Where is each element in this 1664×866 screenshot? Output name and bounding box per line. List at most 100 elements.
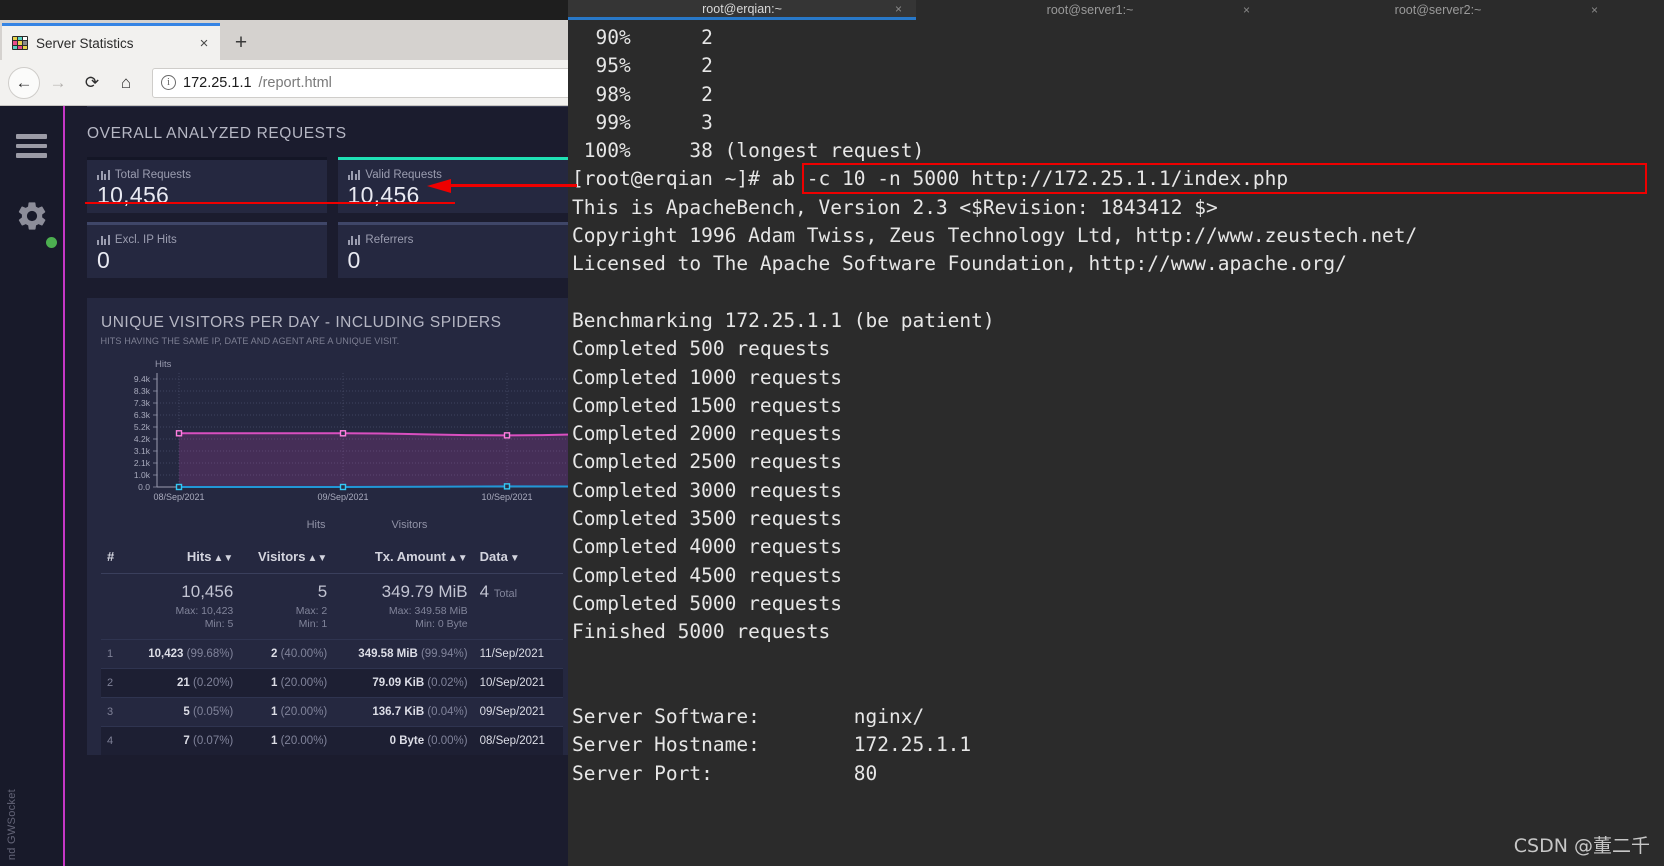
chart-ytick-label: 1.0k <box>134 470 151 480</box>
terminal-tab-erqian[interactable]: root@erqian:~ × <box>568 0 916 20</box>
chart-ytick-label: 0.0 <box>138 482 150 492</box>
row-visitors: 1 (20.00%) <box>239 668 334 698</box>
summary-visitors: 5 <box>317 582 328 601</box>
kpi-value: 10,456 <box>97 182 170 208</box>
panel-subtitle: HITS HAVING THE SAME IP, DATE AND AGENT … <box>100 336 400 347</box>
table-row[interactable]: 2 21 (0.20%) 1 (20.00%) 79.09 KiB (0.02%) 10… <box>101 668 563 698</box>
chart-ytick-label: 2.1k <box>134 458 151 468</box>
chart-ytick-label: 7.3k <box>134 398 151 408</box>
sidebar-note: nd GWSocket <box>6 788 18 860</box>
terminal-tab-bar: root@erqian:~ × root@server1:~ × root@se… <box>568 0 1664 20</box>
th-tx-amount[interactable]: Tx. Amount ▲▼ <box>333 543 474 574</box>
row-date: 08/Sep/2021 <box>473 726 563 755</box>
terminal-line: 100% 38 (longest request) <box>572 139 925 163</box>
back-icon[interactable]: ← <box>8 66 40 99</box>
forward-icon[interactable]: → <box>42 67 74 99</box>
terminal-line: Completed 1500 requests <box>572 393 843 417</box>
terminal-line: Completed 4500 requests <box>572 563 843 587</box>
terminal-line: Copyright 1996 Adam Twiss, Zeus Technolo… <box>572 224 1418 248</box>
row-tx-amount: 136.7 KiB (0.04%) <box>333 697 474 727</box>
table-row[interactable]: 47 (0.07%) 1 (20.00%) 0 Byte (0.00%) 08/Sep… <box>101 726 563 755</box>
kpi-label-text: Excl. IP Hits <box>114 234 177 246</box>
legend-item-visitors[interactable]: Visitors <box>392 519 428 531</box>
status-badge <box>45 236 57 248</box>
kpi-grid: Total Requests 10,456 Valid Requests 10,… <box>87 157 577 278</box>
terminal-line: Completed 5000 requests <box>572 591 843 615</box>
terminal-tab-server1[interactable]: root@server1:~ × <box>916 0 1264 20</box>
url-host: 172.25.1.1 <box>183 74 252 91</box>
reload-icon[interactable]: ⟳ <box>76 67 108 99</box>
kpi-value: 0 <box>97 247 111 273</box>
kpi-label-text: Total Requests <box>114 169 191 181</box>
terminal-tab-server2[interactable]: root@server2:~ × <box>1264 0 1612 20</box>
chart-xtick-label: 10/Sep/2021 <box>481 492 532 502</box>
table-header-row: # Hits ▲▼ Visitors ▲▼ Tx. Amount ▲▼ Data ▼ <box>101 543 563 574</box>
visitors-panel: UNIQUE VISITORS PER DAY - INCLUDING SPID… <box>87 298 672 755</box>
tx-max: Max: 349.58 MiB <box>388 605 468 617</box>
bar-chart-icon <box>97 170 110 180</box>
row-visitors: 1 (20.00%) <box>239 726 334 755</box>
row-hits: 5 (0.05%) <box>127 697 240 727</box>
row-index: 3 <box>101 697 127 727</box>
row-date: 11/Sep/2021 <box>473 639 563 669</box>
new-tab-button[interactable]: + <box>224 26 258 60</box>
sort-icon: ▲▼ <box>213 553 234 564</box>
row-visitors: 1 (20.00%) <box>239 697 334 727</box>
terminal-tab-title: root@server1:~ <box>1046 3 1134 17</box>
visitors-max: Max: 2 <box>295 605 328 617</box>
table-row[interactable]: 1 10,423 (99.68%) 2 (40.00%) 349.58 MiB (99… <box>101 639 563 669</box>
table-row[interactable]: 35 (0.05%) 1 (20.00%) 136.7 KiB (0.04%) 09/… <box>101 697 563 727</box>
summary-blank <box>101 574 127 606</box>
terminal-output[interactable]: 90% 2 95% 2 98% 2 99% 3 100% 38 (longest… <box>568 20 1664 866</box>
row-hits: 7 (0.07%) <box>127 726 240 755</box>
row-tx-amount: 0 Byte (0.00%) <box>333 726 474 755</box>
kpi-referrers[interactable]: Referrers 0 <box>337 222 577 278</box>
annotation-arrow <box>427 179 577 193</box>
summary-tx: 349.79 MiB <box>381 582 468 601</box>
chart-point <box>175 430 183 437</box>
browser-tab[interactable]: Server Statistics × <box>2 23 220 60</box>
row-tx-amount: 349.58 MiB (99.94%) <box>333 639 474 669</box>
summary-data: 4 Total <box>479 582 518 601</box>
hits-min: Min: 5 <box>204 618 234 630</box>
kpi-label: Referrers <box>347 234 568 246</box>
kpi-excl-ip-hits[interactable]: Excl. IP Hits 0 <box>87 222 327 278</box>
chevron-down-icon: ▼ <box>509 553 520 564</box>
terminal-line: This is ApacheBench, Version 2.3 <$Revis… <box>572 195 1218 219</box>
kpi-value: 0 <box>347 247 361 273</box>
row-hits: 21 (0.20%) <box>127 668 240 698</box>
terminal-line: Licensed to The Apache Software Foundati… <box>572 252 1347 276</box>
bar-chart-icon <box>97 235 110 245</box>
tx-min: Min: 0 Byte <box>415 618 468 630</box>
th-hits[interactable]: Hits ▲▼ <box>127 543 240 574</box>
url-path: /report.html <box>258 74 332 91</box>
chart-point <box>339 430 347 437</box>
close-icon[interactable]: × <box>895 2 902 16</box>
sort-icon: ▲▼ <box>447 553 468 564</box>
chart-ytick-label: 6.3k <box>134 410 151 420</box>
hamburger-icon[interactable] <box>16 134 47 163</box>
visitors-chart[interactable]: Hits 0.0 1.0k 2.1k 3.1k 4.2k 5.2k 6.3k 7.3k 8.3k 9… <box>87 357 672 517</box>
home-icon[interactable]: ⌂ <box>110 67 142 99</box>
close-icon[interactable]: × <box>194 33 214 53</box>
kpi-total-requests[interactable]: Total Requests 10,456 <box>87 157 327 213</box>
legend-item-hits[interactable]: Hits <box>307 519 326 531</box>
close-icon[interactable]: × <box>1591 3 1598 17</box>
row-date: 10/Sep/2021 <box>473 668 563 698</box>
sort-icon: ▲▼ <box>307 553 328 564</box>
chart-area-hits <box>179 432 671 487</box>
terminal-line: 95% 2 <box>572 54 713 78</box>
terminal-line: Benchmarking 172.25.1.1 (be patient) <box>572 308 995 332</box>
visitors-table-wrap: # Hits ▲▼ Visitors ▲▼ Tx. Amount ▲▼ Data ▼ <box>87 537 577 755</box>
site-info-icon[interactable]: i <box>161 75 176 90</box>
th-visitors[interactable]: Visitors ▲▼ <box>239 543 334 574</box>
gear-icon[interactable] <box>15 199 57 248</box>
close-icon[interactable]: × <box>1243 3 1250 17</box>
th-data[interactable]: Data ▼ <box>473 543 563 574</box>
kpi-label: Excl. IP Hits <box>97 234 317 246</box>
terminal-line: Completed 3000 requests <box>572 478 843 502</box>
row-index: 2 <box>101 668 127 698</box>
chart-ytick-label: 9.4k <box>134 374 151 384</box>
report-sidebar: nd GWSocket <box>0 106 65 866</box>
